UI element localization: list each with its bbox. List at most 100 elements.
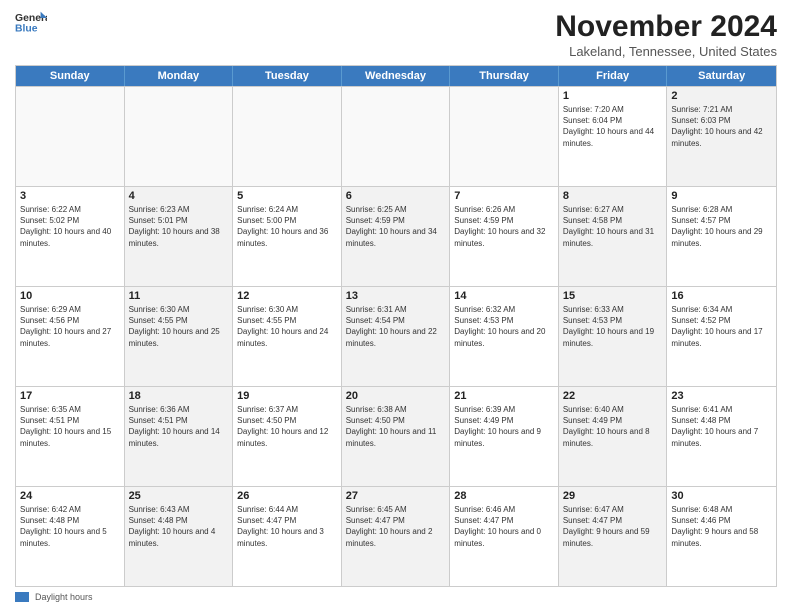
day-info: Sunrise: 6:29 AM Sunset: 4:56 PM Dayligh… <box>20 304 120 349</box>
legend: Daylight hours <box>15 592 777 602</box>
day-number: 14 <box>454 290 554 302</box>
day-info: Sunrise: 6:45 AM Sunset: 4:47 PM Dayligh… <box>346 504 446 549</box>
calendar-cell-12: 12 Sunrise: 6:30 AM Sunset: 4:55 PM Dayli… <box>233 287 342 386</box>
calendar-cell-26: 26 Sunrise: 6:44 AM Sunset: 4:47 PM Dayli… <box>233 487 342 586</box>
header: General Blue November 2024 Lakeland, Ten… <box>15 10 777 59</box>
calendar-cell-14: 14 Sunrise: 6:32 AM Sunset: 4:53 PM Dayli… <box>450 287 559 386</box>
day-number: 7 <box>454 190 554 202</box>
day-number: 26 <box>237 490 337 502</box>
day-info: Sunrise: 6:48 AM Sunset: 4:46 PM Dayligh… <box>671 504 772 549</box>
day-info: Sunrise: 6:32 AM Sunset: 4:53 PM Dayligh… <box>454 304 554 349</box>
calendar-cell-13: 13Sunrise: 6:31 AM Sunset: 4:54 PM Dayli… <box>342 287 451 386</box>
day-number: 15 <box>563 290 663 302</box>
calendar-cell-11: 11Sunrise: 6:30 AM Sunset: 4:55 PM Dayli… <box>125 287 234 386</box>
calendar-cell-27: 27 Sunrise: 6:45 AM Sunset: 4:47 PM Dayli… <box>342 487 451 586</box>
calendar-cell-6: 6 Sunrise: 6:25 AM Sunset: 4:59 PM Daylig… <box>342 187 451 286</box>
day-number: 22 <box>563 390 663 402</box>
day-info: Sunrise: 6:34 AM Sunset: 4:52 PM Dayligh… <box>671 304 772 349</box>
calendar-cell-15: 15Sunrise: 6:33 AM Sunset: 4:53 PM Dayli… <box>559 287 668 386</box>
day-number: 25 <box>129 490 229 502</box>
day-number: 4 <box>129 190 229 202</box>
day-info: Sunrise: 6:44 AM Sunset: 4:47 PM Dayligh… <box>237 504 337 549</box>
calendar-cell-24: 24Sunrise: 6:42 AM Sunset: 4:48 PM Dayli… <box>16 487 125 586</box>
calendar-cell-18: 18Sunrise: 6:36 AM Sunset: 4:51 PM Dayli… <box>125 387 234 486</box>
calendar-cell-21: 21 Sunrise: 6:39 AM Sunset: 4:49 PM Dayli… <box>450 387 559 486</box>
weekday-header-wednesday: Wednesday <box>342 66 451 86</box>
weekday-header-monday: Monday <box>125 66 234 86</box>
legend-label: Daylight hours <box>35 592 93 602</box>
day-number: 16 <box>671 290 772 302</box>
weekday-header-friday: Friday <box>559 66 668 86</box>
day-number: 21 <box>454 390 554 402</box>
calendar-cell-3: 3Sunrise: 6:22 AM Sunset: 5:02 PM Daylig… <box>16 187 125 286</box>
calendar-row-3: 17Sunrise: 6:35 AM Sunset: 4:51 PM Dayli… <box>16 386 776 486</box>
day-number: 30 <box>671 490 772 502</box>
calendar-row-1: 3Sunrise: 6:22 AM Sunset: 5:02 PM Daylig… <box>16 186 776 286</box>
day-info: Sunrise: 6:38 AM Sunset: 4:50 PM Dayligh… <box>346 404 446 449</box>
day-info: Sunrise: 6:30 AM Sunset: 4:55 PM Dayligh… <box>129 304 229 349</box>
calendar-cell-28: 28 Sunrise: 6:46 AM Sunset: 4:47 PM Dayli… <box>450 487 559 586</box>
day-number: 5 <box>237 190 337 202</box>
day-number: 20 <box>346 390 446 402</box>
calendar-cell-empty-4 <box>450 87 559 186</box>
day-number: 10 <box>20 290 120 302</box>
day-info: Sunrise: 6:28 AM Sunset: 4:57 PM Dayligh… <box>671 204 772 249</box>
day-number: 27 <box>346 490 446 502</box>
calendar-row-2: 10 Sunrise: 6:29 AM Sunset: 4:56 PM Dayli… <box>16 286 776 386</box>
calendar-cell-29: 29 Sunrise: 6:47 AM Sunset: 4:47 PM Dayli… <box>559 487 668 586</box>
day-info: Sunrise: 6:23 AM Sunset: 5:01 PM Dayligh… <box>129 204 229 249</box>
day-info: Sunrise: 6:25 AM Sunset: 4:59 PM Dayligh… <box>346 204 446 249</box>
calendar-cell-19: 19 Sunrise: 6:37 AM Sunset: 4:50 PM Dayli… <box>233 387 342 486</box>
day-info: Sunrise: 6:41 AM Sunset: 4:48 PM Dayligh… <box>671 404 772 449</box>
weekday-header-sunday: Sunday <box>16 66 125 86</box>
day-info: Sunrise: 6:37 AM Sunset: 4:50 PM Dayligh… <box>237 404 337 449</box>
calendar-cell-7: 7Sunrise: 6:26 AM Sunset: 4:59 PM Daylig… <box>450 187 559 286</box>
logo: General Blue <box>15 10 47 38</box>
day-info: Sunrise: 6:43 AM Sunset: 4:48 PM Dayligh… <box>129 504 229 549</box>
day-number: 12 <box>237 290 337 302</box>
calendar-header: SundayMondayTuesdayWednesdayThursdayFrid… <box>16 66 776 86</box>
calendar-cell-empty-1 <box>125 87 234 186</box>
calendar-cell-16: 16 Sunrise: 6:34 AM Sunset: 4:52 PM Dayli… <box>667 287 776 386</box>
calendar-cell-8: 8 Sunrise: 6:27 AM Sunset: 4:58 PM Daylig… <box>559 187 668 286</box>
day-info: Sunrise: 6:47 AM Sunset: 4:47 PM Dayligh… <box>563 504 663 549</box>
calendar-row-4: 24Sunrise: 6:42 AM Sunset: 4:48 PM Dayli… <box>16 486 776 586</box>
weekday-header-saturday: Saturday <box>667 66 776 86</box>
day-number: 29 <box>563 490 663 502</box>
day-number: 2 <box>671 90 772 102</box>
calendar-cell-9: 9Sunrise: 6:28 AM Sunset: 4:57 PM Daylig… <box>667 187 776 286</box>
weekday-header-tuesday: Tuesday <box>233 66 342 86</box>
calendar: SundayMondayTuesdayWednesdayThursdayFrid… <box>15 65 777 587</box>
day-number: 18 <box>129 390 229 402</box>
calendar-cell-30: 30 Sunrise: 6:48 AM Sunset: 4:46 PM Dayli… <box>667 487 776 586</box>
day-number: 8 <box>563 190 663 202</box>
calendar-cell-empty-0 <box>16 87 125 186</box>
svg-text:Blue: Blue <box>15 24 38 35</box>
day-number: 19 <box>237 390 337 402</box>
day-info: Sunrise: 7:20 AM Sunset: 6:04 PM Dayligh… <box>563 104 663 149</box>
day-info: Sunrise: 6:39 AM Sunset: 4:49 PM Dayligh… <box>454 404 554 449</box>
calendar-cell-4: 4 Sunrise: 6:23 AM Sunset: 5:01 PM Daylig… <box>125 187 234 286</box>
calendar-cell-22: 22Sunrise: 6:40 AM Sunset: 4:49 PM Dayli… <box>559 387 668 486</box>
day-number: 13 <box>346 290 446 302</box>
day-info: Sunrise: 6:30 AM Sunset: 4:55 PM Dayligh… <box>237 304 337 349</box>
day-info: Sunrise: 6:46 AM Sunset: 4:47 PM Dayligh… <box>454 504 554 549</box>
title-block: November 2024 Lakeland, Tennessee, Unite… <box>555 10 777 59</box>
page: General Blue November 2024 Lakeland, Ten… <box>0 0 792 612</box>
calendar-cell-1: 1 Sunrise: 7:20 AM Sunset: 6:04 PM Daylig… <box>559 87 668 186</box>
day-number: 1 <box>563 90 663 102</box>
calendar-row-0: 1 Sunrise: 7:20 AM Sunset: 6:04 PM Daylig… <box>16 86 776 186</box>
day-info: Sunrise: 6:24 AM Sunset: 5:00 PM Dayligh… <box>237 204 337 249</box>
calendar-cell-empty-3 <box>342 87 451 186</box>
calendar-cell-25: 25 Sunrise: 6:43 AM Sunset: 4:48 PM Dayli… <box>125 487 234 586</box>
day-number: 6 <box>346 190 446 202</box>
logo-icon: General Blue <box>15 10 47 38</box>
day-number: 28 <box>454 490 554 502</box>
day-info: Sunrise: 6:42 AM Sunset: 4:48 PM Dayligh… <box>20 504 120 549</box>
weekday-header-thursday: Thursday <box>450 66 559 86</box>
month-title: November 2024 <box>555 10 777 44</box>
location-subtitle: Lakeland, Tennessee, United States <box>555 44 777 59</box>
day-number: 17 <box>20 390 120 402</box>
calendar-cell-5: 5 Sunrise: 6:24 AM Sunset: 5:00 PM Daylig… <box>233 187 342 286</box>
day-info: Sunrise: 6:27 AM Sunset: 4:58 PM Dayligh… <box>563 204 663 249</box>
